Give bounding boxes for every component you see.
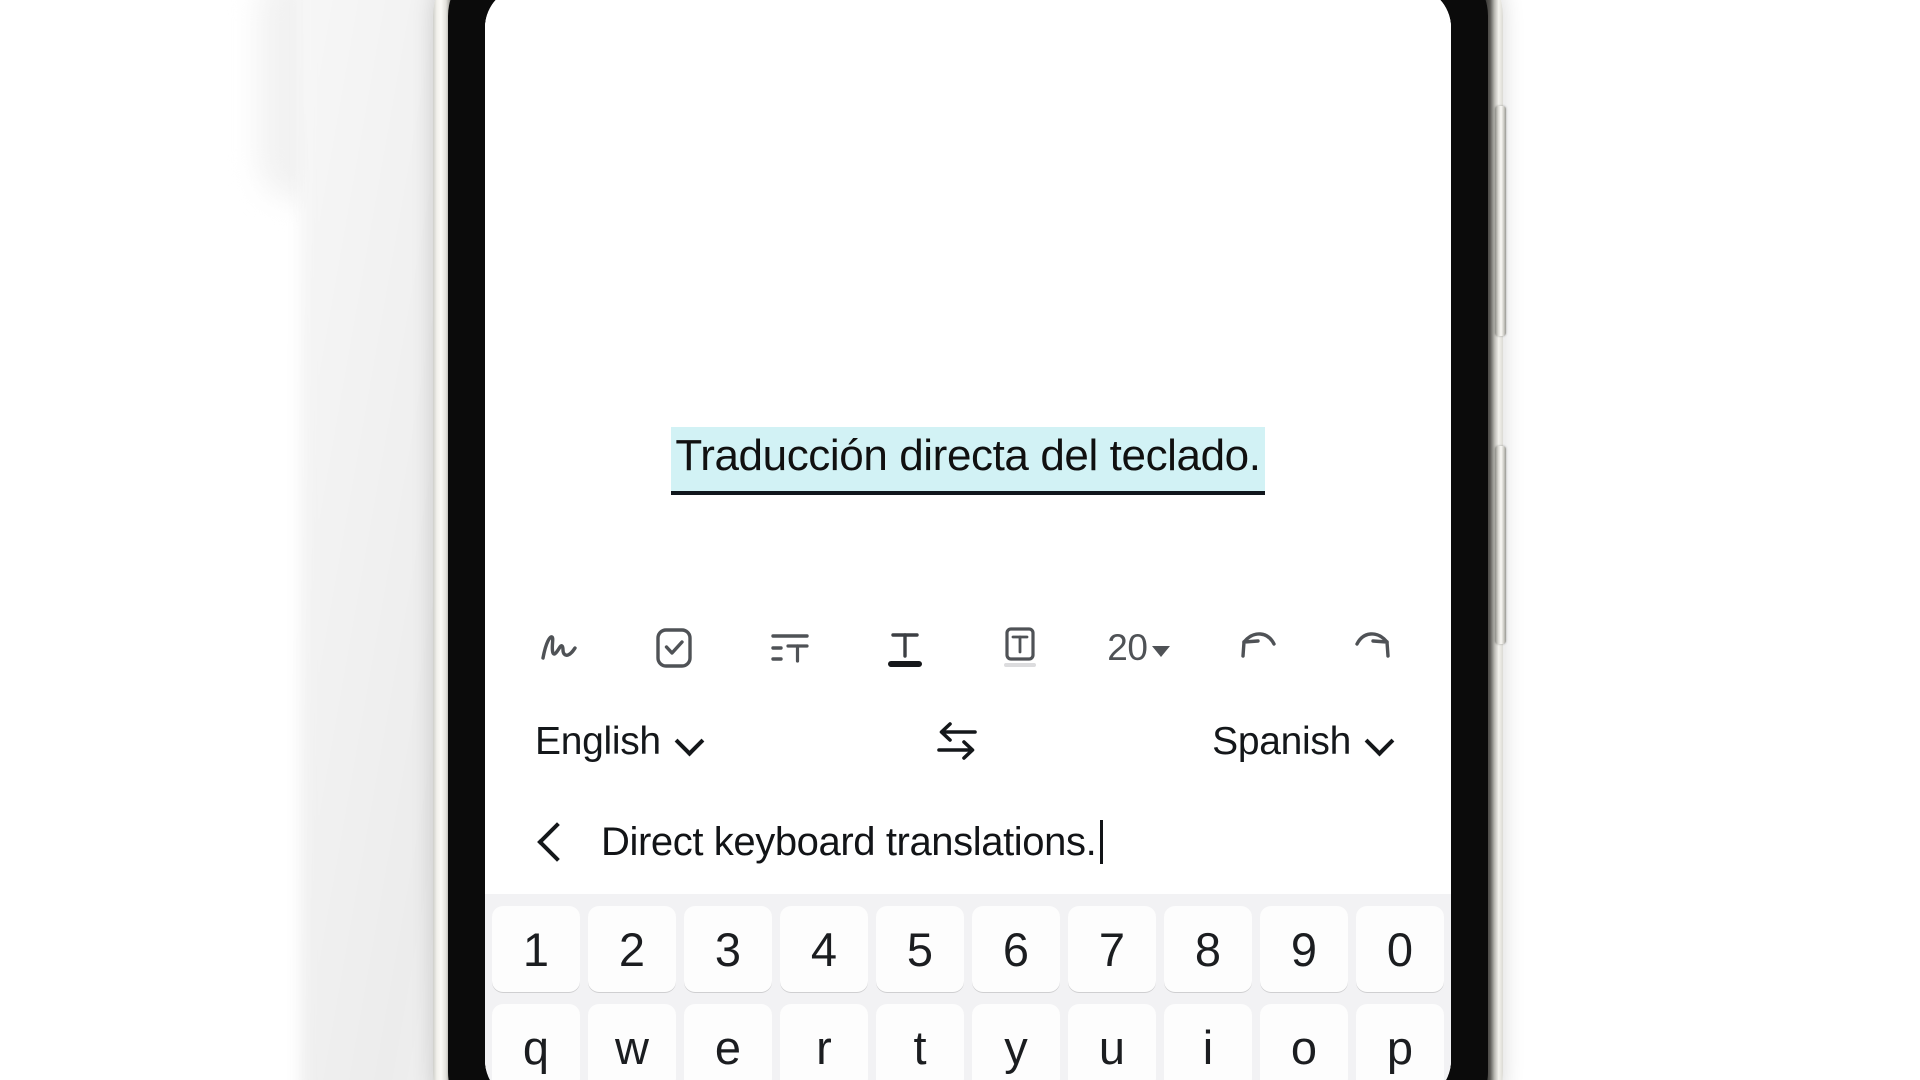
key-1[interactable]: 1	[492, 906, 580, 992]
font-size-value: 20	[1107, 627, 1148, 668]
chevron-down-icon	[1367, 729, 1393, 755]
source-text-value: Direct keyboard translations.	[601, 819, 1097, 864]
source-text-input[interactable]: Direct keyboard translations.	[601, 819, 1104, 865]
on-screen-keyboard: 1234567890 qwertyuiop	[485, 894, 1451, 1080]
undo-button[interactable]	[1226, 616, 1290, 680]
swap-arrows-icon	[929, 715, 985, 770]
target-language-selector[interactable]: Spanish	[1212, 720, 1393, 764]
font-size-selector[interactable]: 20	[1103, 616, 1174, 680]
checkbox-icon	[653, 627, 695, 669]
key-8[interactable]: 8	[1164, 906, 1252, 992]
power-button[interactable]	[1495, 446, 1506, 644]
text-cursor	[1100, 820, 1104, 864]
key-5[interactable]: 5	[876, 906, 964, 992]
source-language-selector[interactable]: English	[535, 720, 703, 764]
key-3[interactable]: 3	[684, 906, 772, 992]
swap-languages-button[interactable]	[917, 707, 997, 777]
phone-device: Traducción directa del teclado. 20 Engli…	[433, 0, 1506, 1080]
key-u[interactable]: u	[1068, 1004, 1156, 1080]
underline-text-icon-button[interactable]	[873, 616, 937, 680]
key-6[interactable]: 6	[972, 906, 1060, 992]
key-p[interactable]: p	[1356, 1004, 1444, 1080]
key-t[interactable]: t	[876, 1004, 964, 1080]
phone-screen: Traducción directa del teclado. 20 Engli…	[485, 0, 1451, 1080]
text-box-icon-button[interactable]	[988, 616, 1052, 680]
key-4[interactable]: 4	[780, 906, 868, 992]
text-box-icon	[998, 626, 1042, 670]
translate-app: Traducción directa del teclado. 20 Engli…	[485, 0, 1451, 1080]
text-align-icon-button[interactable]	[758, 616, 822, 680]
note-canvas[interactable]: Traducción directa del teclado.	[485, 0, 1451, 602]
key-7[interactable]: 7	[1068, 906, 1156, 992]
key-q[interactable]: q	[492, 1004, 580, 1080]
key-i[interactable]: i	[1164, 1004, 1252, 1080]
translated-text[interactable]: Traducción directa del teclado.	[671, 427, 1265, 495]
key-2[interactable]: 2	[588, 906, 676, 992]
redo-button[interactable]	[1341, 616, 1405, 680]
key-9[interactable]: 9	[1260, 906, 1348, 992]
key-0[interactable]: 0	[1356, 906, 1444, 992]
chevron-down-icon	[1152, 646, 1171, 657]
volume-rocker-button[interactable]	[1495, 106, 1506, 336]
key-w[interactable]: w	[588, 1004, 676, 1080]
source-language-label: English	[535, 720, 661, 763]
phone-bezel: Traducción directa del teclado. 20 Engli…	[448, 0, 1488, 1080]
undo-icon	[1234, 626, 1282, 670]
language-bar: English Spanish	[485, 694, 1451, 790]
key-o[interactable]: o	[1260, 1004, 1348, 1080]
chevron-down-icon	[677, 729, 703, 755]
checkbox-icon-button[interactable]	[642, 616, 706, 680]
translated-line: Traducción directa del teclado.	[485, 427, 1451, 495]
key-y[interactable]: y	[972, 1004, 1060, 1080]
underline-text-icon	[883, 626, 927, 670]
redo-icon	[1349, 626, 1397, 670]
keyboard-row-numbers: 1234567890	[492, 906, 1444, 992]
target-language-label: Spanish	[1212, 720, 1351, 763]
key-r[interactable]: r	[780, 1004, 868, 1080]
handwriting-icon-button[interactable]	[527, 616, 591, 680]
key-e[interactable]: e	[684, 1004, 772, 1080]
text-align-icon	[767, 627, 813, 669]
handwriting-icon	[537, 628, 581, 668]
back-chevron-icon-button[interactable]	[527, 812, 579, 872]
screenshot-stage: Traducción directa del teclado. 20 Engli…	[0, 0, 1920, 1080]
source-text-row: Direct keyboard translations.	[485, 790, 1451, 894]
keyboard-row-letters: qwertyuiop	[492, 1004, 1444, 1080]
format-toolbar: 20	[485, 602, 1451, 694]
